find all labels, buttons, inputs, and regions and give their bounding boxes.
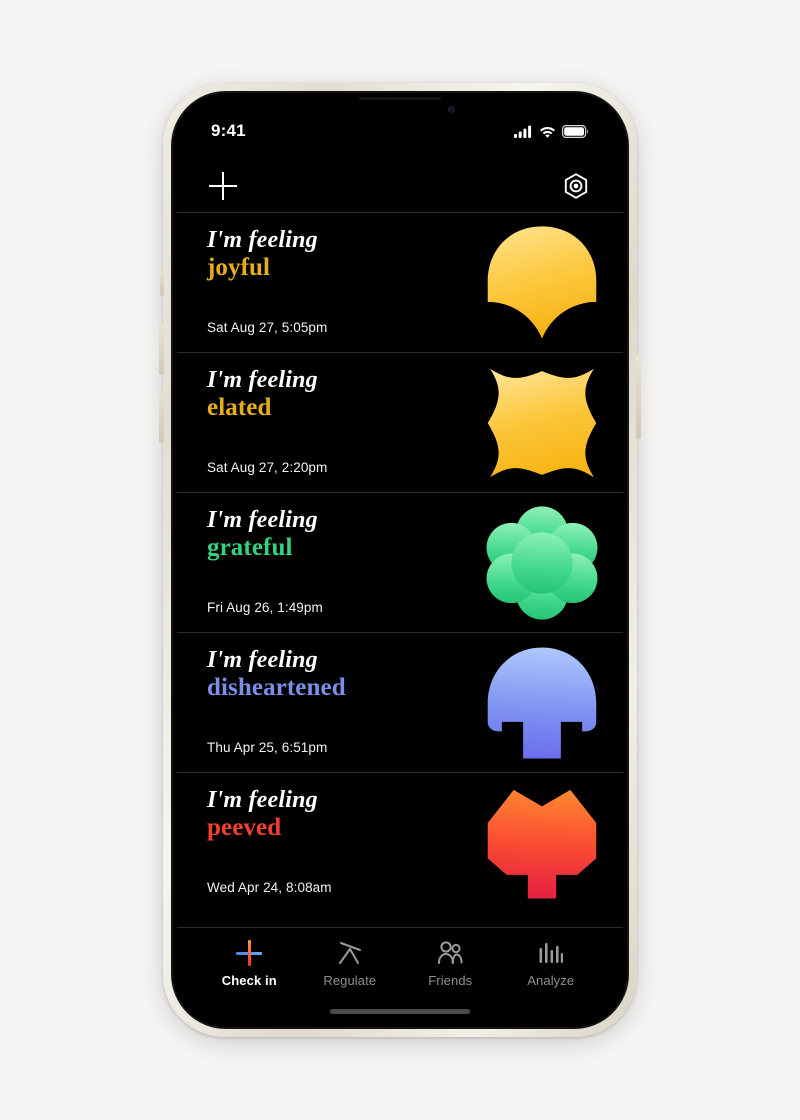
tab-check-in[interactable]: Check in [199,940,300,988]
cellular-signal-icon [514,125,532,138]
battery-icon [562,124,588,138]
entry-prefix: I'm feeling [207,787,318,813]
tab-analyze[interactable]: Analyze [501,940,602,988]
tab-label-regulate: Regulate [323,973,377,988]
entry-title-block: I'm feeling grateful [207,507,318,563]
settings-button[interactable] [561,171,591,201]
entry-title-block: I'm feeling joyful [207,227,318,283]
entry-prefix: I'm feeling [207,647,318,673]
six-petal-flower-shape [486,505,598,620]
starburst-square-shape [487,368,597,477]
entry-title-block: I'm feeling elated [207,367,318,423]
dome-point-shape [487,225,597,338]
entry-timestamp: Thu Apr 25, 6:51pm [207,740,328,755]
mood-shape-grateful [483,504,601,622]
entry-timestamp: Sat Aug 27, 2:20pm [207,460,328,475]
entry-title-block: I'm feeling disheartened [207,647,346,703]
telescope-icon [336,940,364,966]
phone-screen: 9:41 I'm feeling joyful Sat Aug 27, 5:05… [177,97,623,1023]
mood-shape-peeved [483,784,601,902]
people-icon [436,940,464,966]
tab-label-friends: Friends [428,973,473,988]
list-item[interactable]: I'm feeling joyful Sat Aug 27, 5:05pm [177,212,623,352]
notch [319,97,481,122]
list-item[interactable]: I'm feeling disheartened Thu Apr 25, 6:5… [177,632,623,772]
entry-prefix: I'm feeling [207,367,318,393]
volume-up-button[interactable] [159,323,164,375]
hexagon-gear-icon [564,173,588,199]
volume-down-button[interactable] [159,391,164,443]
wifi-icon [540,126,555,138]
iphone-device-frame: 9:41 I'm feeling joyful Sat Aug 27, 5:05… [159,83,641,1037]
entry-mood-word: peeved [207,813,282,841]
tab-label-analyze: Analyze [527,973,575,988]
entry-mood-word: joyful [207,253,271,281]
entry-mood-word: disheartened [207,673,346,701]
entry-prefix: I'm feeling [207,507,318,533]
silent-switch[interactable] [160,268,164,296]
plus-checkin-icon [236,940,263,966]
top-nav-bar [177,163,623,209]
entry-timestamp: Fri Aug 26, 1:49pm [207,600,323,615]
add-entry-button[interactable] [209,172,237,200]
telescope-icon-glyph [338,942,361,964]
power-button[interactable] [636,355,641,439]
screenshot-canvas: 9:41 I'm feeling joyful Sat Aug 27, 5:05… [0,0,800,1120]
list-item[interactable]: I'm feeling grateful Fri Aug 26, 1:49pm [177,492,623,632]
mood-shape-joyful [483,224,601,342]
tab-friends[interactable]: Friends [400,940,501,988]
tab-regulate[interactable]: Regulate [300,940,401,988]
status-time: 9:41 [211,121,246,140]
list-item[interactable]: I'm feeling peeved Wed Apr 24, 8:08am [177,772,623,912]
bar-chart-icon [538,940,564,966]
entry-timestamp: Wed Apr 24, 8:08am [207,880,332,895]
status-indicators [514,124,589,138]
entry-mood-word: elated [207,393,272,421]
mushroom-dome-shape [487,647,597,758]
mood-shape-disheartened [483,644,601,762]
mood-shape-elated [483,364,601,482]
earpiece-speaker [358,97,442,100]
checkin-entry-list: I'm feeling joyful Sat Aug 27, 5:05pm I'… [177,212,623,927]
entry-prefix: I'm feeling [207,227,318,253]
people-icon-glyph [438,941,463,964]
entry-mood-word: grateful [207,533,293,561]
home-indicator[interactable] [330,1009,470,1014]
status-bar: 9:41 [177,119,623,143]
tab-label-check-in: Check in [221,973,277,988]
notched-polygon-shape [487,789,597,898]
entry-title-block: I'm feeling peeved [207,787,318,843]
bar-chart-icon-glyph [539,943,563,963]
entry-timestamp: Sat Aug 27, 5:05pm [207,320,328,335]
list-item[interactable]: I'm feeling elated Sat Aug 27, 2:20pm [177,352,623,492]
front-camera [448,106,455,113]
